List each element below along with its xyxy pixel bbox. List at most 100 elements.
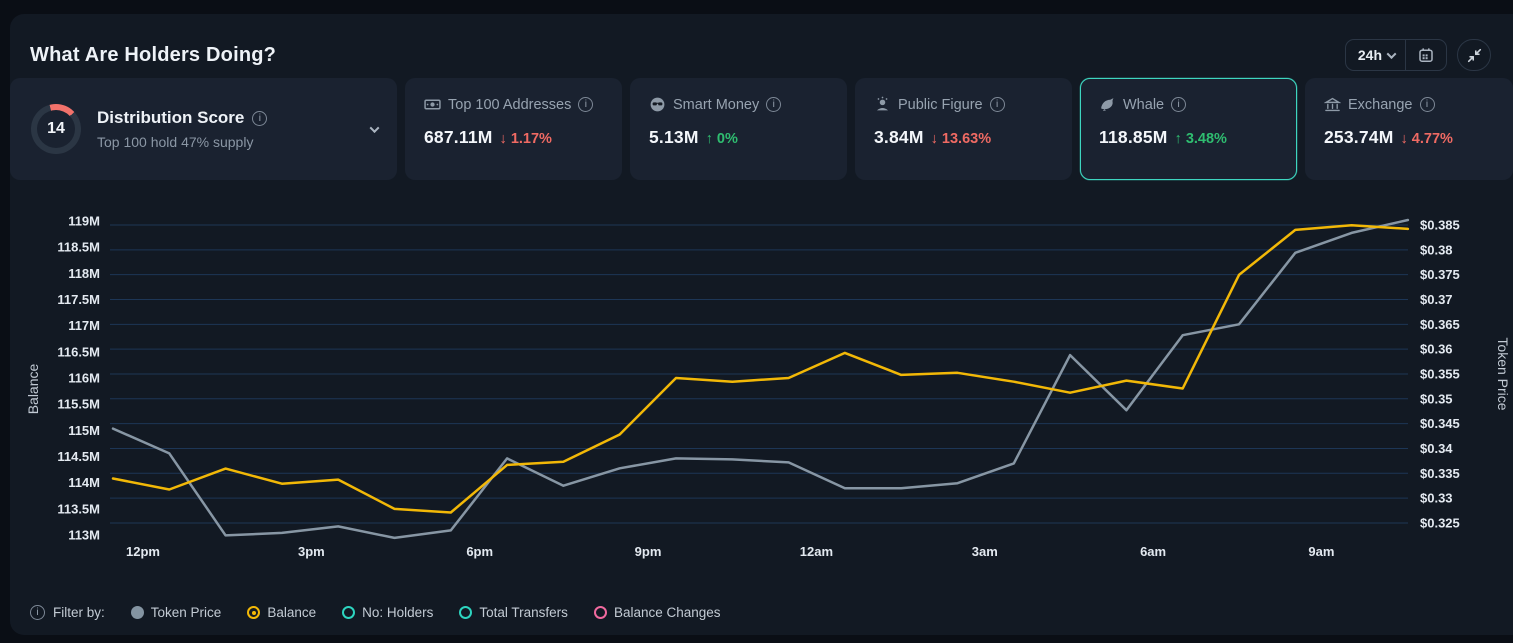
radio-icon <box>131 606 144 619</box>
svg-text:$0.375: $0.375 <box>1420 267 1460 282</box>
time-range-pill: 24h <box>1345 39 1447 71</box>
filter-bar: Filter by: Token Price Balance No: Holde… <box>30 605 721 620</box>
svg-text:3pm: 3pm <box>298 544 325 559</box>
whale-icon <box>1099 96 1116 113</box>
banknote-icon <box>424 96 441 113</box>
svg-text:115.5M: 115.5M <box>57 397 100 412</box>
page: What Are Holders Doing? 24h <box>0 0 1513 643</box>
stat-card-public-figure[interactable]: Public Figure 3.84M ↓ 13.63% <box>855 78 1072 180</box>
stat-change: ↓ 4.77% <box>1401 131 1453 147</box>
radio-icon <box>342 606 355 619</box>
right-axis-title: Token Price <box>1495 337 1511 410</box>
svg-text:6am: 6am <box>1140 544 1166 559</box>
radio-icon <box>459 606 472 619</box>
svg-text:117.5M: 117.5M <box>57 292 100 307</box>
filter-option-balance-changes[interactable]: Balance Changes <box>594 605 721 620</box>
filter-option-total-transfers[interactable]: Total Transfers <box>459 605 568 620</box>
stat-change: ↑ 3.48% <box>1175 131 1227 147</box>
info-icon[interactable] <box>30 605 45 620</box>
svg-text:113.5M: 113.5M <box>57 501 100 516</box>
svg-text:$0.335: $0.335 <box>1420 466 1460 481</box>
holders-panel: What Are Holders Doing? 24h <box>10 14 1513 635</box>
panel-header: What Are Holders Doing? 24h <box>10 14 1513 78</box>
calendar-icon <box>1418 47 1434 63</box>
stat-change: ↑ 0% <box>706 131 738 147</box>
stat-label: Smart Money <box>673 97 759 113</box>
svg-text:$0.37: $0.37 <box>1420 292 1453 307</box>
svg-text:116.5M: 116.5M <box>57 344 100 359</box>
filter-option-balance[interactable]: Balance <box>247 605 316 620</box>
svg-text:118M: 118M <box>68 266 100 281</box>
svg-text:$0.35: $0.35 <box>1420 391 1453 406</box>
stat-label: Public Figure <box>898 97 983 113</box>
stat-change: ↓ 1.17% <box>500 131 552 147</box>
header-controls: 24h <box>1345 39 1491 71</box>
public-figure-icon <box>874 96 891 113</box>
stat-cards-row: 14 Distribution Score Top 100 hold 47% s… <box>10 78 1513 180</box>
filter-option-token-price[interactable]: Token Price <box>131 605 222 620</box>
holders-line-chart[interactable]: 119M118.5M118M117.5M117M116.5M116M115.5M… <box>10 184 1513 586</box>
stat-value: 5.13M <box>649 127 699 148</box>
collapse-icon <box>1467 48 1482 63</box>
distribution-score-value: 14 <box>37 110 75 148</box>
radio-icon <box>594 606 607 619</box>
svg-text:6pm: 6pm <box>466 544 493 559</box>
svg-text:115M: 115M <box>68 423 100 438</box>
distribution-score-card[interactable]: 14 Distribution Score Top 100 hold 47% s… <box>10 78 397 180</box>
left-axis-title: Balance <box>25 363 41 414</box>
stat-card-smart-money[interactable]: Smart Money 5.13M ↑ 0% <box>630 78 847 180</box>
filter-option-label: Balance <box>267 605 316 620</box>
svg-text:$0.355: $0.355 <box>1420 366 1460 381</box>
stat-value: 118.85M <box>1099 127 1168 148</box>
svg-text:$0.345: $0.345 <box>1420 416 1460 431</box>
svg-text:114.5M: 114.5M <box>57 449 100 464</box>
stat-value: 253.74M <box>1324 127 1394 148</box>
svg-text:$0.38: $0.38 <box>1420 242 1453 257</box>
chevron-down-icon[interactable] <box>370 123 380 133</box>
svg-text:$0.33: $0.33 <box>1420 491 1453 506</box>
bank-icon <box>1324 96 1341 113</box>
info-icon[interactable] <box>990 97 1005 112</box>
info-icon[interactable] <box>1420 97 1435 112</box>
time-range-dropdown[interactable]: 24h <box>1346 47 1388 63</box>
stat-card-top100[interactable]: Top 100 Addresses 687.11M ↓ 1.17% <box>405 78 622 180</box>
svg-text:117M: 117M <box>68 318 100 333</box>
filter-option-label: Token Price <box>151 605 222 620</box>
svg-text:$0.325: $0.325 <box>1420 515 1460 530</box>
svg-text:114M: 114M <box>68 475 100 490</box>
filter-option-label: No: Holders <box>362 605 433 620</box>
radio-icon <box>247 606 260 619</box>
calendar-button[interactable] <box>1406 47 1446 63</box>
stat-value: 3.84M <box>874 127 924 148</box>
stat-card-exchange[interactable]: Exchange 253.74M ↓ 4.77% <box>1305 78 1513 180</box>
svg-text:$0.385: $0.385 <box>1420 218 1460 233</box>
filter-by-label: Filter by: <box>53 605 105 620</box>
svg-text:$0.365: $0.365 <box>1420 317 1460 332</box>
filter-option-no-holders[interactable]: No: Holders <box>342 605 433 620</box>
info-icon[interactable] <box>1171 97 1186 112</box>
distribution-text: Distribution Score Top 100 hold 47% supp… <box>97 108 355 150</box>
info-icon[interactable] <box>252 111 267 126</box>
stat-card-whale[interactable]: Whale 118.85M ↑ 3.48% <box>1080 78 1297 180</box>
stat-value: 687.11M <box>424 127 493 148</box>
page-title: What Are Holders Doing? <box>30 44 276 67</box>
info-icon[interactable] <box>578 97 593 112</box>
stat-label: Exchange <box>1348 97 1413 113</box>
svg-text:113M: 113M <box>68 528 100 543</box>
svg-text:$0.36: $0.36 <box>1420 342 1453 357</box>
svg-text:12pm: 12pm <box>126 544 160 559</box>
chevron-down-icon[interactable] <box>1387 49 1397 59</box>
distribution-gauge: 14 <box>31 104 81 154</box>
svg-text:9pm: 9pm <box>635 544 662 559</box>
collapse-button[interactable] <box>1457 39 1491 71</box>
stat-change: ↓ 13.63% <box>931 131 991 147</box>
distribution-title: Distribution Score <box>97 108 244 128</box>
filter-label-wrap: Filter by: <box>30 605 105 620</box>
info-icon[interactable] <box>766 97 781 112</box>
svg-text:118.5M: 118.5M <box>57 240 100 255</box>
svg-text:$0.34: $0.34 <box>1420 441 1453 456</box>
svg-text:3am: 3am <box>972 544 998 559</box>
stat-label: Whale <box>1123 97 1164 113</box>
filter-option-label: Total Transfers <box>479 605 568 620</box>
svg-text:12am: 12am <box>800 544 833 559</box>
